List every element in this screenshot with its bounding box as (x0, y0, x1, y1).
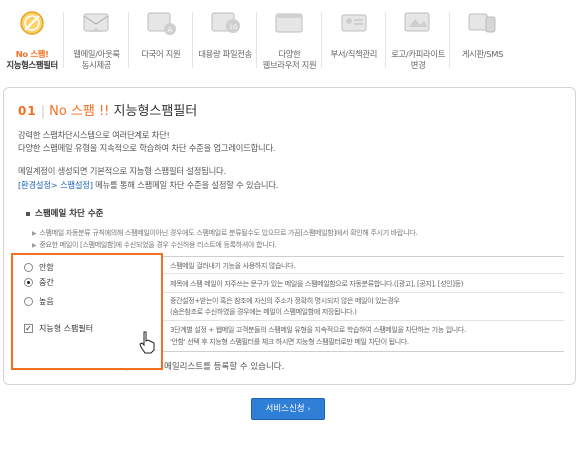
section-title: 스팸메일 차단 수준 (26, 207, 103, 219)
option-none-label: 안함 (39, 263, 54, 272)
row-desc: 제목에 스팸 메일이 자주쓰는 문구가 있는 메일을 스팸메일함으로 자동분류합… (170, 280, 464, 288)
arrow-bullet-icon: ▶ (32, 230, 37, 237)
tab-webmail-outlook[interactable]: 웹메일/아웃룩 동시제공 (64, 0, 129, 80)
tab-browser[interactable]: 다양한 웹브라우저 지원 (257, 0, 322, 80)
feature-tabs: No 스팸! 지능형스팸필터 웹메일/아웃룩 동시제공 A 다국어 지원 1G 대용… (0, 0, 579, 80)
info-line-1: 메일계정이 생성되면 기본적으로 지능형 스팸필터 설정됩니다. (18, 166, 226, 176)
radio-high[interactable] (24, 297, 33, 306)
service-apply-label: 서비스신청 (265, 404, 305, 414)
bullet-2: ▶ 중요한 메일이 [스팸메일함]에 수신되었을 경우 수신허용 리스트에 등록하… (32, 240, 277, 250)
section-number: 01 (18, 104, 37, 118)
option-none[interactable]: 안함 (24, 262, 54, 273)
tab-line2: 동시제공 (81, 60, 112, 70)
intro-line-1: 강력한 스팸차단시스템으로 여러단계로 차단! (18, 130, 170, 140)
row-desc-a: 3단계별 설정 + 웹메일 고객분들의 스팸메일 유형을 지속적으로 학습하여 … (170, 326, 466, 334)
section-title-text: 스팸메일 차단 수준 (35, 209, 104, 219)
option-smart-label: 지능형 스팸필터 (39, 324, 94, 333)
large-file-icon: 1G (211, 12, 241, 33)
info-line-2-text: 메뉴를 통해 스팸메일 차단 수준을 설정할 수 있습니다. (92, 180, 279, 190)
bullet-1-text: 스팸메일 자동분류 규칙에의해 스팸메일이아닌 경우에도 스팸메일로 분류될수도… (39, 229, 418, 237)
option-high[interactable]: 높음 (24, 296, 54, 307)
tab-line1: 다국어 지원 (141, 49, 181, 59)
title-divider: | (40, 104, 46, 119)
radio-none[interactable] (24, 263, 33, 272)
tab-line1: 대용량 파일전송 (198, 49, 252, 59)
logo-icon (404, 12, 430, 32)
multilingual-icon: A (147, 12, 176, 35)
tab-line1: 로고/카피라이트 (391, 49, 446, 59)
tab-line1: 웹메일/아웃룩 (73, 49, 120, 59)
tab-line2: 웹브라우저 지원 (262, 60, 317, 70)
arrow-bullet-icon: ▶ (32, 242, 37, 249)
tab-line1: 다양한 (278, 49, 301, 59)
chevron-right-icon: › (307, 405, 311, 413)
radio-mid[interactable] (24, 278, 33, 287)
tab-multilingual[interactable]: A 다국어 지원 (129, 0, 193, 80)
spam-filter-icon (20, 11, 44, 35)
tab-line1: 부서/직책관리 (330, 49, 378, 59)
tab-large-file[interactable]: 1G 대용량 파일전송 (193, 0, 258, 80)
square-bullet-icon (26, 211, 30, 216)
title-brand: No 스팸 !! (49, 104, 110, 119)
tab-spam-filter[interactable]: No 스팸! 지능형스팸필터 (0, 0, 65, 80)
option-mid-label: 중간 (39, 278, 54, 287)
tab-board-sms[interactable]: 게시판/SMS (450, 0, 514, 80)
mail-outlook-icon (83, 13, 109, 32)
title-text: 지능형스팸필터 (113, 104, 198, 119)
svg-text:A: A (167, 26, 172, 34)
tab-logo-copyright[interactable]: 로고/카피라이트 변경 (386, 0, 451, 80)
option-smart[interactable]: ✓ 지능형 스팸필터 (24, 323, 93, 334)
tab-line2: 변경 (410, 60, 426, 70)
row-desc-a: 중간설정+받는이 혹은 참조에 자신의 주소가 정확히 명시되지 않은 메일이 … (170, 297, 400, 305)
service-apply-button[interactable]: 서비스신청 › (251, 398, 325, 420)
option-mid[interactable]: 중간 (24, 277, 54, 288)
tab-line1: 게시판/SMS (461, 49, 504, 59)
row-desc: 스팸메일 걸러내기 기능을 사용하지 않습니다. (170, 262, 296, 270)
row-desc-b: (숨은참조로 수신하였을 경우에는 메일이 스팸메일함에 저장됩니다.) (170, 308, 357, 316)
department-icon (341, 14, 367, 32)
tab-department[interactable]: 부서/직책관리 (322, 0, 386, 80)
svg-text:1G: 1G (229, 24, 238, 31)
browser-icon (275, 13, 303, 33)
info-line-2: [환경설정> 스팸설정] 메뉴를 통해 스팸메일 차단 수준을 설정할 수 있습… (18, 179, 278, 191)
tab-line2: 지능형스팸필터 (6, 60, 58, 70)
tab-line1: No 스팸! (15, 49, 49, 59)
intro-line-2: 다양한 스팸메일 유형을 지속적으로 학습하여 차단 수준을 업그레이드합니다. (18, 143, 276, 153)
settings-link[interactable]: [환경설정> 스팸설정] (18, 180, 93, 190)
option-high-label: 높음 (39, 297, 54, 306)
hand-cursor-icon (139, 331, 155, 354)
checkbox-smart-filter[interactable]: ✓ (24, 324, 33, 333)
bullet-1: ▶ 스팸메일 자동분류 규칙에의해 스팸메일이아닌 경우에도 스팸메일로 분류될수… (32, 228, 418, 238)
board-sms-icon (468, 13, 496, 33)
row-desc-b: '안함' 선택 후 지능형 스팸필터를 체크 하시면 지능형 스팸필터로만 메일… (170, 338, 409, 346)
bullet-2-text: 중요한 메일이 [스팸메일함]에 수신되었을 경우 수신허용 리스트에 등록하셔… (39, 241, 277, 249)
page-title: 01 | No 스팸 !! 지능형스팸필터 (18, 100, 197, 119)
